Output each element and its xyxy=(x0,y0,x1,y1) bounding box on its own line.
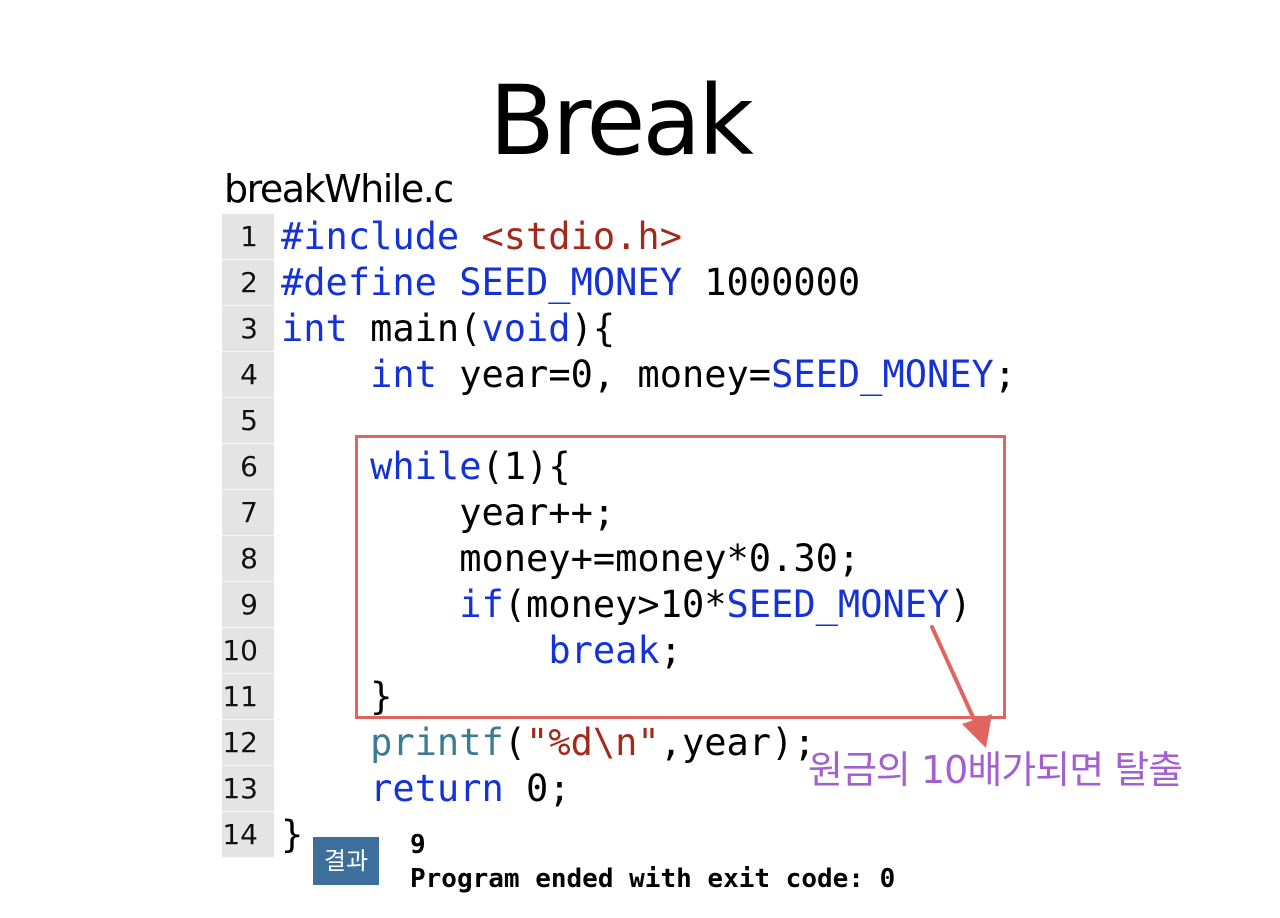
output-line: Program ended with exit code: 0 xyxy=(410,864,896,894)
result-badge: 결과 xyxy=(313,837,379,885)
output-line: 9 xyxy=(410,830,426,860)
annotation-text: 원금의 10배가되면 탈출 xyxy=(808,748,1183,792)
